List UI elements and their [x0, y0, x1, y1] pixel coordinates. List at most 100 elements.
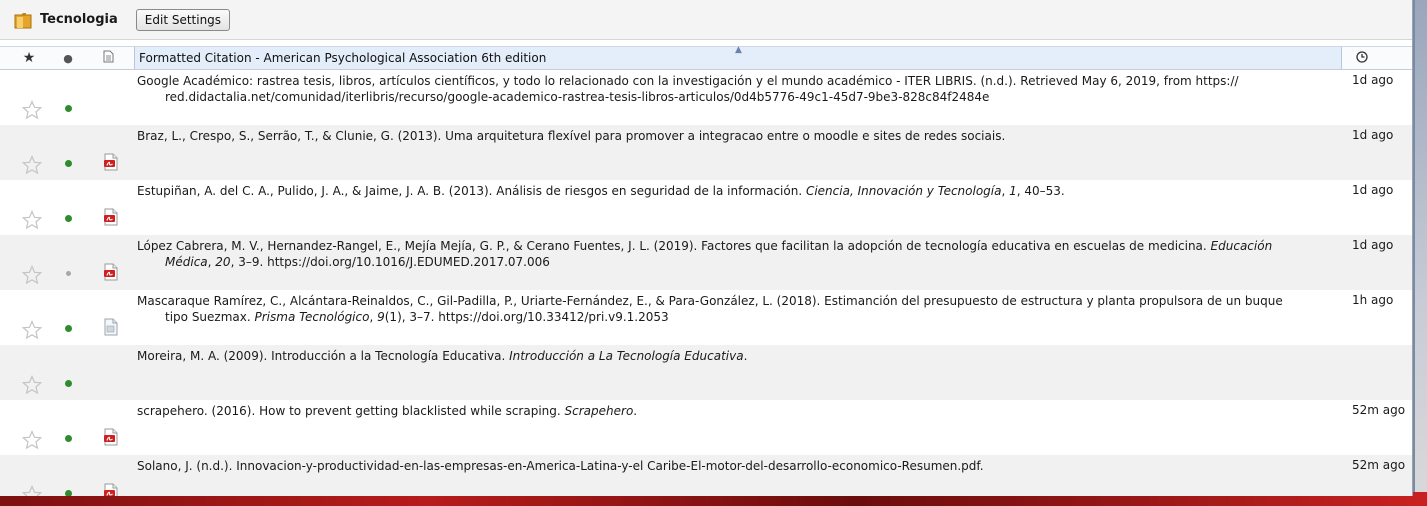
- citation-line-continued: Médica, 20, 3–9. https://doi.org/10.1016…: [137, 254, 1337, 270]
- citation-segment: tipo Suezmax.: [165, 310, 255, 324]
- unread-status-dot-icon[interactable]: [65, 105, 72, 112]
- window-backdrop-right: [1415, 0, 1427, 506]
- file-column-header[interactable]: [98, 47, 118, 69]
- citation-segment: , 3–9. https://doi.org/10.1016/J.EDUMED.…: [230, 255, 550, 269]
- citation-line: Mascaraque Ramírez, C., Alcántara-Reinal…: [137, 293, 1337, 309]
- star-icon[interactable]: [21, 264, 43, 285]
- citation-segment: Solano, J. (n.d.). Innovacion-y-producti…: [137, 459, 984, 473]
- citation-journal: Prisma Tecnológico: [254, 310, 370, 324]
- unread-status-dot-icon[interactable]: [65, 435, 72, 442]
- star-icon[interactable]: [21, 429, 43, 450]
- document-file-icon[interactable]: [103, 318, 119, 336]
- citation-segment: ,: [1001, 184, 1010, 198]
- document-row[interactable]: Google Académico: rastrea tesis, libros,…: [0, 70, 1412, 125]
- pdf-file-icon[interactable]: [103, 263, 119, 281]
- citation-journal: Ciencia, Innovación y Tecnología: [805, 184, 1002, 198]
- citation-text: Mascaraque Ramírez, C., Alcántara-Reinal…: [137, 293, 1337, 325]
- column-header-row: ★ ● Formatted Citation - American Psycho…: [0, 45, 1412, 70]
- citation-segment: scrapehero. (2016). How to prevent getti…: [137, 404, 565, 418]
- star-header-icon: ★: [22, 50, 36, 66]
- citation-line: scrapehero. (2016). How to prevent getti…: [137, 403, 1337, 419]
- document-row[interactable]: Estupiñan, A. del C. A., Pulido, J. A., …: [0, 180, 1412, 235]
- citation-segment: ,: [369, 310, 378, 324]
- sort-ascending-icon: ▲: [735, 45, 742, 55]
- citation-journal: 9: [377, 310, 385, 324]
- pdf-file-icon[interactable]: [103, 153, 119, 171]
- document-row[interactable]: López Cabrera, M. V., Hernandez-Rangel, …: [0, 235, 1412, 290]
- citation-header-label: Formatted Citation - American Psychologi…: [139, 51, 547, 65]
- document-row[interactable]: Solano, J. (n.d.). Innovacion-y-producti…: [0, 455, 1412, 496]
- citation-journal: Médica: [165, 255, 208, 269]
- pdf-file-icon[interactable]: [103, 208, 119, 226]
- citation-column-header[interactable]: Formatted Citation - American Psychologi…: [134, 45, 1342, 69]
- citation-segment: Moreira, M. A. (2009). Introducción a la…: [137, 349, 510, 363]
- star-icon[interactable]: [21, 484, 43, 496]
- edit-settings-button[interactable]: Edit Settings: [135, 8, 231, 31]
- pdf-file-icon[interactable]: [103, 483, 119, 496]
- star-icon[interactable]: [21, 99, 43, 120]
- citation-segment: Estupiñan, A. del C. A., Pulido, J. A., …: [137, 184, 806, 198]
- citation-text: scrapehero. (2016). How to prevent getti…: [137, 403, 1337, 419]
- citation-line: Google Académico: rastrea tesis, libros,…: [137, 73, 1337, 89]
- document-row[interactable]: Mascaraque Ramírez, C., Alcántara-Reinal…: [0, 290, 1412, 345]
- read-dot-header-icon: ●: [63, 51, 73, 65]
- document-row[interactable]: Braz, L., Crespo, S., Serrão, T., & Clun…: [0, 125, 1412, 180]
- folder-title: Tecnologia: [40, 12, 118, 27]
- citation-segment: Braz, L., Crespo, S., Serrão, T., & Clun…: [137, 129, 1006, 143]
- star-icon[interactable]: [21, 209, 43, 230]
- citation-segment: red.didactalia.net/comunidad/iterlibris/…: [165, 90, 990, 104]
- unread-status-dot-icon[interactable]: [65, 380, 72, 387]
- citation-line: López Cabrera, M. V., Hernandez-Rangel, …: [137, 238, 1337, 254]
- citation-line-continued: tipo Suezmax. Prisma Tecnológico, 9(1), …: [137, 309, 1337, 325]
- read-status-column-header[interactable]: ●: [58, 47, 78, 69]
- citation-text: López Cabrera, M. V., Hernandez-Rangel, …: [137, 238, 1337, 270]
- citation-journal: Educación: [1210, 239, 1273, 253]
- date-added: 1d ago: [1352, 238, 1394, 252]
- citation-line: Solano, J. (n.d.). Innovacion-y-producti…: [137, 458, 1337, 474]
- citation-journal: 1: [1009, 184, 1017, 198]
- date-added: 1d ago: [1352, 73, 1394, 87]
- added-column-header[interactable]: [1352, 47, 1372, 69]
- citation-segment: Google Académico: rastrea tesis, libros,…: [137, 74, 1239, 88]
- clock-icon: [1356, 50, 1368, 66]
- unread-status-dot-icon[interactable]: [65, 490, 72, 496]
- citation-line-continued: red.didactalia.net/comunidad/iterlibris/…: [137, 89, 1337, 105]
- citation-text: Moreira, M. A. (2009). Introducción a la…: [137, 348, 1337, 364]
- citation-text: Braz, L., Crespo, S., Serrão, T., & Clun…: [137, 128, 1337, 144]
- unread-status-dot-icon[interactable]: [65, 325, 72, 332]
- date-added: 52m ago: [1352, 458, 1406, 472]
- citation-line: Estupiñan, A. del C. A., Pulido, J. A., …: [137, 183, 1337, 199]
- citation-journal: Introducción a La Tecnología Educativa: [509, 349, 744, 363]
- citation-journal: Scrapehero: [564, 404, 634, 418]
- star-column-header[interactable]: ★: [18, 47, 40, 69]
- citation-text: Solano, J. (n.d.). Innovacion-y-producti…: [137, 458, 1337, 474]
- citation-line: Moreira, M. A. (2009). Introducción a la…: [137, 348, 1337, 364]
- date-added: 52m ago: [1352, 403, 1406, 417]
- citation-segment: .: [633, 404, 638, 418]
- star-icon[interactable]: [21, 154, 43, 175]
- citation-segment: .: [743, 349, 748, 363]
- folder-toolbar: Tecnologia Edit Settings: [0, 0, 1412, 40]
- date-added: 1d ago: [1352, 128, 1394, 142]
- citation-line: Braz, L., Crespo, S., Serrão, T., & Clun…: [137, 128, 1337, 144]
- date-added: 1d ago: [1352, 183, 1394, 197]
- unread-status-dot-icon[interactable]: [65, 160, 72, 167]
- read-status-dot-icon[interactable]: [66, 271, 71, 276]
- document-row[interactable]: Moreira, M. A. (2009). Introducción a la…: [0, 345, 1412, 400]
- date-added: 1h ago: [1352, 293, 1394, 307]
- unread-status-dot-icon[interactable]: [65, 215, 72, 222]
- document-row[interactable]: scrapehero. (2016). How to prevent getti…: [0, 400, 1412, 455]
- citation-segment: (1), 3–7. https://doi.org/10.33412/pri.v…: [384, 310, 669, 324]
- star-icon[interactable]: [21, 374, 43, 395]
- citation-journal: 20: [215, 255, 231, 269]
- star-icon[interactable]: [21, 319, 43, 340]
- pdf-file-icon[interactable]: [103, 428, 119, 446]
- citation-segment: Mascaraque Ramírez, C., Alcántara-Reinal…: [137, 294, 1283, 308]
- citation-text: Google Académico: rastrea tesis, libros,…: [137, 73, 1337, 105]
- citation-segment: López Cabrera, M. V., Hernandez-Rangel, …: [137, 239, 1211, 253]
- citation-text: Estupiñan, A. del C. A., Pulido, J. A., …: [137, 183, 1337, 199]
- library-window: Tecnologia Edit Settings ★ ● Formatted C…: [0, 0, 1413, 496]
- document-icon: [103, 50, 114, 66]
- folder-icon: [14, 11, 34, 29]
- citation-segment: , 40–53.: [1016, 184, 1065, 198]
